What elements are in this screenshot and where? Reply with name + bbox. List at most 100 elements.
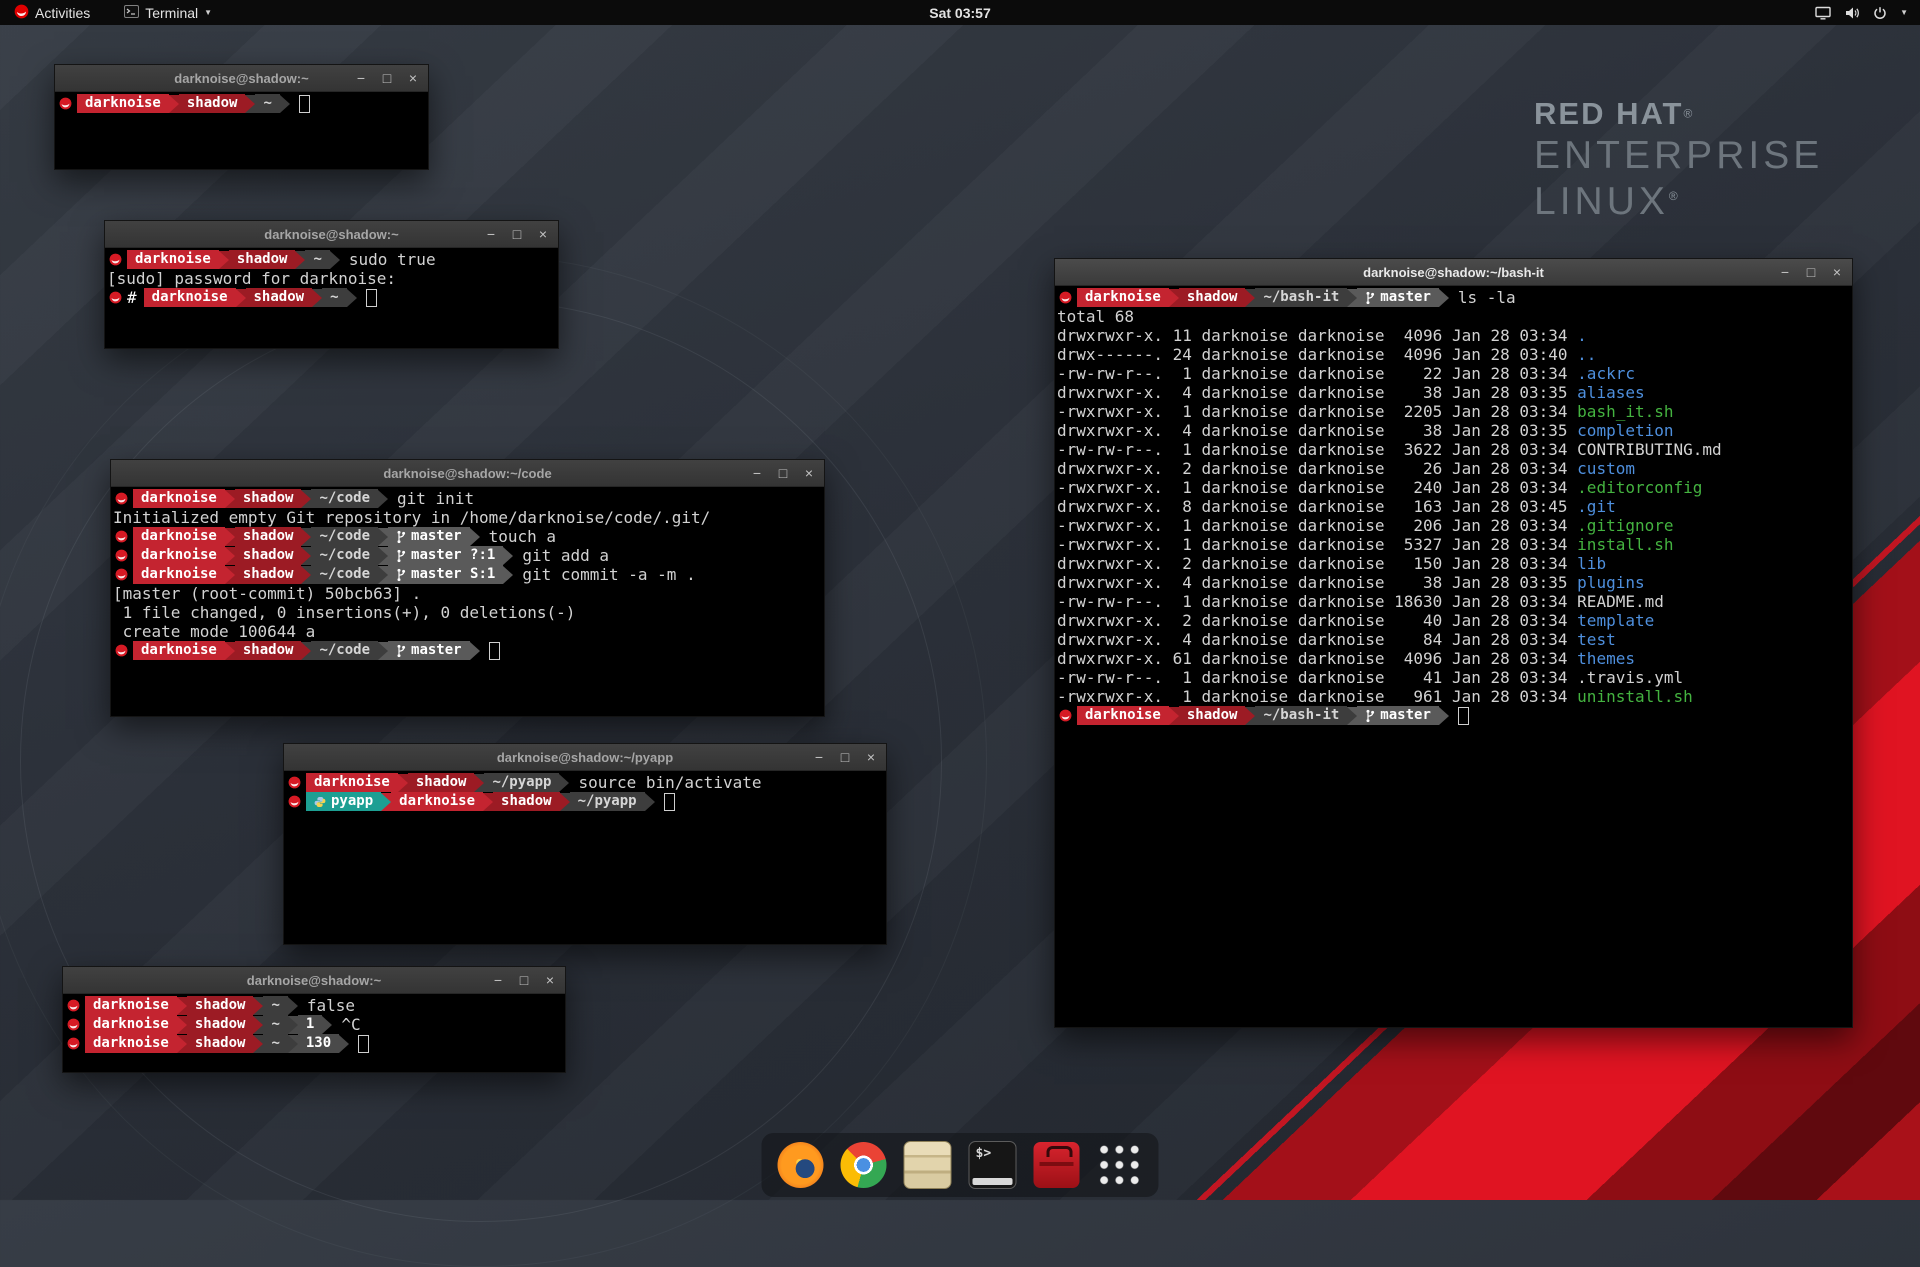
terminal-cursor [299, 95, 310, 113]
close-button[interactable]: × [864, 750, 878, 764]
file-name: .ackrc [1577, 364, 1635, 383]
powerline-segment-user: darknoise [127, 250, 219, 269]
powerline-segment-path: ~/code [311, 546, 378, 565]
prompt-line: darknoiseshadow~sudo true [107, 250, 556, 269]
redhat-prompt-icon [288, 776, 301, 789]
maximize-button[interactable]: □ [510, 227, 524, 241]
command-text: git commit -a -m . [522, 565, 695, 584]
powerline-separator [225, 566, 235, 584]
minimize-button[interactable]: − [812, 750, 826, 764]
file-name: custom [1577, 459, 1635, 478]
powerline-separator [295, 251, 305, 269]
brand-line-linux: LINUX [1534, 180, 1669, 223]
terminal-icon[interactable]: $> [969, 1141, 1017, 1189]
powerline-separator [219, 251, 229, 269]
terminal-content[interactable]: darknoiseshadow~/pyappsource bin/activat… [284, 771, 886, 944]
terminal-content[interactable]: darknoiseshadow~ [55, 92, 428, 169]
terminal-content[interactable]: darknoiseshadow~falsedarknoiseshadow~1^C… [63, 994, 565, 1072]
file-name: bash_it.sh [1577, 402, 1673, 421]
powerline-segment-path: ~/code [311, 565, 378, 584]
window-titlebar[interactable]: darknoise@shadow:~/code − □ × [111, 460, 824, 487]
close-button[interactable]: × [802, 466, 816, 480]
powerline-segment-path: ~/code [311, 641, 378, 660]
output-line: -rw-rw-r--. 1 darknoise darknoise 41 Jan… [1057, 668, 1850, 687]
window-titlebar[interactable]: darknoise@shadow:~ − □ × [105, 221, 558, 248]
clock[interactable]: Sat 03:57 [929, 5, 990, 21]
output-text: drwx------. 24 darknoise darknoise 4096 … [1057, 345, 1577, 364]
toolbox-icon[interactable] [1034, 1142, 1080, 1188]
powerline-separator [169, 95, 179, 113]
files-icon[interactable] [904, 1141, 952, 1189]
redhat-prompt-icon [115, 644, 128, 657]
terminal-content[interactable]: darknoiseshadow~/codegit initInitialized… [111, 487, 824, 716]
output-line: -rwxrwxr-x. 1 darknoise darknoise 206 Ja… [1057, 516, 1850, 535]
powerline-segment-host: shadow [229, 250, 296, 269]
close-button[interactable]: × [543, 973, 557, 987]
close-button[interactable]: × [1830, 265, 1844, 279]
powerline-segment-path: ~/bash-it [1255, 706, 1347, 725]
prompt-line: darknoiseshadow~/bash-itmasterls -la [1057, 288, 1850, 307]
activities-button[interactable]: Activities [10, 0, 94, 25]
powerline-separator [1439, 707, 1449, 725]
registered-mark: ® [1669, 189, 1682, 203]
minimize-button[interactable]: − [491, 973, 505, 987]
powerline-segment-user: darknoise [85, 996, 177, 1015]
output-line: -rw-rw-r--. 1 darknoise darknoise 22 Jan… [1057, 364, 1850, 383]
prompt-line: darknoiseshadow~false [65, 996, 563, 1015]
close-button[interactable]: × [536, 227, 550, 241]
window-titlebar[interactable]: darknoise@shadow:~/pyapp − □ × [284, 744, 886, 771]
redhat-prompt-icon [115, 492, 128, 505]
output-text: 1 file changed, 0 insertions(+), 0 delet… [113, 603, 575, 622]
powerline-separator [378, 547, 388, 565]
redhat-prompt-icon [1059, 709, 1072, 722]
output-text: -rwxrwxr-x. 1 darknoise darknoise 2205 J… [1057, 402, 1577, 421]
terminal-window-bash-it: darknoise@shadow:~/bash-it − □ × darknoi… [1054, 258, 1853, 1028]
maximize-button[interactable]: □ [776, 466, 790, 480]
powerline-separator [381, 793, 391, 811]
command-text: source bin/activate [578, 773, 761, 792]
terminal-content[interactable]: darknoiseshadow~/bash-itmasterls -latota… [1055, 286, 1852, 1027]
app-grid-icon[interactable] [1097, 1142, 1143, 1188]
powerline-separator [280, 95, 290, 113]
powerline-separator [1347, 289, 1357, 307]
system-status-area[interactable]: ▼ [1815, 6, 1920, 20]
terminal-content[interactable]: darknoiseshadow~sudo true[sudo] password… [105, 248, 558, 348]
redhat-prompt-icon [115, 530, 128, 543]
minimize-button[interactable]: − [750, 466, 764, 480]
powerline-separator [378, 490, 388, 508]
powerline-segment-path: ~ [255, 94, 279, 113]
dock: $> [762, 1133, 1159, 1197]
terminal-cursor [366, 289, 377, 307]
minimize-button[interactable]: − [1778, 265, 1792, 279]
powerline-separator [378, 528, 388, 546]
output-text: -rwxrwxr-x. 1 darknoise darknoise 961 Ja… [1057, 687, 1577, 706]
powerline-segment-host: shadow [179, 94, 246, 113]
maximize-button[interactable]: □ [838, 750, 852, 764]
window-title: darknoise@shadow:~ [174, 71, 308, 86]
app-menu-terminal[interactable]: Terminal ▼ [120, 0, 216, 25]
root-indicator: # [127, 288, 137, 307]
window-titlebar[interactable]: darknoise@shadow:~/bash-it − □ × [1055, 259, 1852, 286]
minimize-button[interactable]: − [354, 71, 368, 85]
close-button[interactable]: × [406, 71, 420, 85]
window-titlebar[interactable]: darknoise@shadow:~ − □ × [55, 65, 428, 92]
window-title: darknoise@shadow:~/code [383, 466, 551, 481]
terminal-cursor [664, 793, 675, 811]
maximize-button[interactable]: □ [517, 973, 531, 987]
minimize-button[interactable]: − [484, 227, 498, 241]
output-line: -rwxrwxr-x. 1 darknoise darknoise 5327 J… [1057, 535, 1850, 554]
maximize-button[interactable]: □ [1804, 265, 1818, 279]
output-line: -rw-rw-r--. 1 darknoise darknoise 18630 … [1057, 592, 1850, 611]
firefox-icon[interactable] [778, 1142, 824, 1188]
powerline-separator [225, 490, 235, 508]
powerline-separator [225, 547, 235, 565]
chrome-icon[interactable] [841, 1142, 887, 1188]
redhat-logo-icon [14, 4, 29, 22]
branch-icon [396, 568, 406, 582]
prompt-line: darknoiseshadow~/pyappsource bin/activat… [286, 773, 884, 792]
powerline-separator [253, 997, 263, 1015]
output-text: -rw-rw-r--. 1 darknoise darknoise 3622 J… [1057, 440, 1577, 459]
window-titlebar[interactable]: darknoise@shadow:~ − □ × [63, 967, 565, 994]
chevron-down-icon: ▼ [204, 8, 212, 17]
maximize-button[interactable]: □ [380, 71, 394, 85]
